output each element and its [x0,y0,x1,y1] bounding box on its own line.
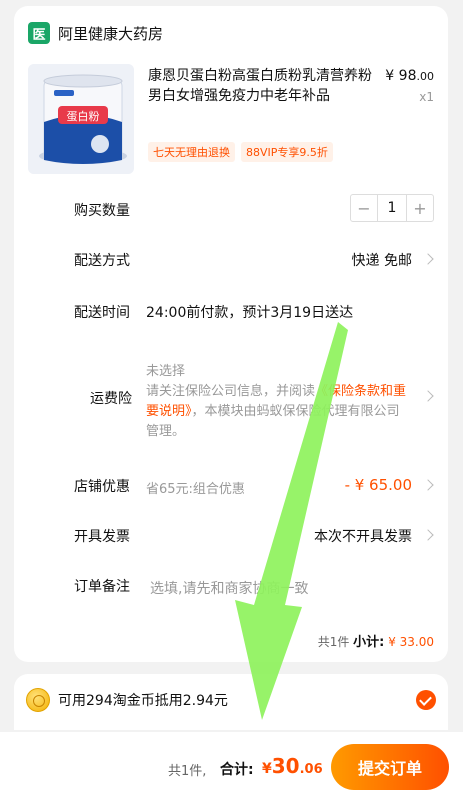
invoice-value[interactable]: 本次不开具发票 [314,526,412,546]
quantity-input[interactable]: 1 [377,195,407,221]
shop-name[interactable]: 阿里健康大药房 [58,23,163,44]
order-note-label: 订单备注 [74,579,130,595]
checkout-bar: 共1件, 合计: ¥30.06 提交订单 [0,732,463,800]
insurance-chevron-icon[interactable] [422,390,434,402]
product-image[interactable]: 蛋白粉 [28,64,134,174]
insurance-text-before: 请关注保险公司信息，并阅读 [146,384,316,399]
submit-order-button[interactable]: 提交订单 [331,744,449,790]
price-int: 98 [398,68,417,84]
product-quantity: x1 [419,90,434,104]
subtotal-amount: ¥ 33.00 [388,635,434,649]
product-image-label: 蛋白粉 [67,109,100,123]
quantity-stepper: − 1 + [350,194,434,222]
order-note-input[interactable]: 选填,请先和商家协商一致 [150,578,308,598]
insurance-description: 请关注保险公司信息，并阅读《保险条款和重要说明》，本模块由蚂蚁保保险代理有限公司… [146,382,410,442]
invoice-chevron-icon[interactable] [422,529,434,541]
price-symbol: ¥ [385,68,395,84]
shop-discount-desc: 省65元:组合优惠 [146,482,245,497]
protein-can-icon: 蛋白粉 [28,64,134,174]
delivery-time-value: 24:00前付款，预计3月19日送达 [146,305,354,321]
subtotal-count: 共1件 [317,635,350,649]
delivery-chevron-icon[interactable] [422,253,434,265]
subtotal-label: 小计: [353,635,385,650]
coin-checkbox-icon[interactable] [416,690,436,710]
product-title[interactable]: 康恩贝蛋白粉高蛋白质粉乳清营养粉男白女增强免疫力中老年补品 [148,66,384,106]
delivery-time-label: 配送时间 [74,305,130,321]
shop-discount-label: 店铺优惠 [74,479,130,495]
shop-logo-icon: 医 [28,22,50,44]
decrease-button[interactable]: − [351,195,377,221]
coin-icon [26,688,50,712]
insurance-status: 未选择 [146,364,186,379]
tag-vip: 88VIP专享9.5折 [241,142,333,162]
shop-header[interactable]: 医 阿里健康大药房 [28,22,163,44]
delivery-method-value[interactable]: 快递 免邮 [352,250,412,270]
total-amount: ¥30.06 [262,754,323,778]
product-price: ¥ 98.00 [385,68,434,84]
subtotal: 共1件 小计: ¥ 33.00 [318,631,434,650]
quantity-label: 购买数量 [74,203,130,219]
increase-button[interactable]: + [407,195,433,221]
total-dec: .06 [299,762,323,777]
total-count: 共1件, [168,764,207,779]
price-dec: .00 [416,70,435,83]
insurance-label: 运费险 [90,391,132,407]
invoice-label: 开具发票 [74,529,130,545]
product-tags: 七天无理由退换 88VIP专享9.5折 [148,142,333,162]
total-label: 合计: [220,762,254,778]
coin-deduction[interactable]: 可用294淘金币抵用2.94元 [14,674,448,730]
total-int: 30 [271,754,300,778]
total-symbol: ¥ [262,761,272,777]
tag-return: 七天无理由退换 [148,142,235,162]
discount-chevron-icon[interactable] [422,479,434,491]
coin-text: 可用294淘金币抵用2.94元 [58,693,228,709]
order-card: 医 阿里健康大药房 蛋白粉 康恩贝蛋白粉高蛋白质粉乳清营养粉男白女增强免疫力中老… [14,6,448,662]
delivery-method-label: 配送方式 [74,253,130,269]
shop-discount-value[interactable]: - ¥ 65.00 [345,476,412,494]
